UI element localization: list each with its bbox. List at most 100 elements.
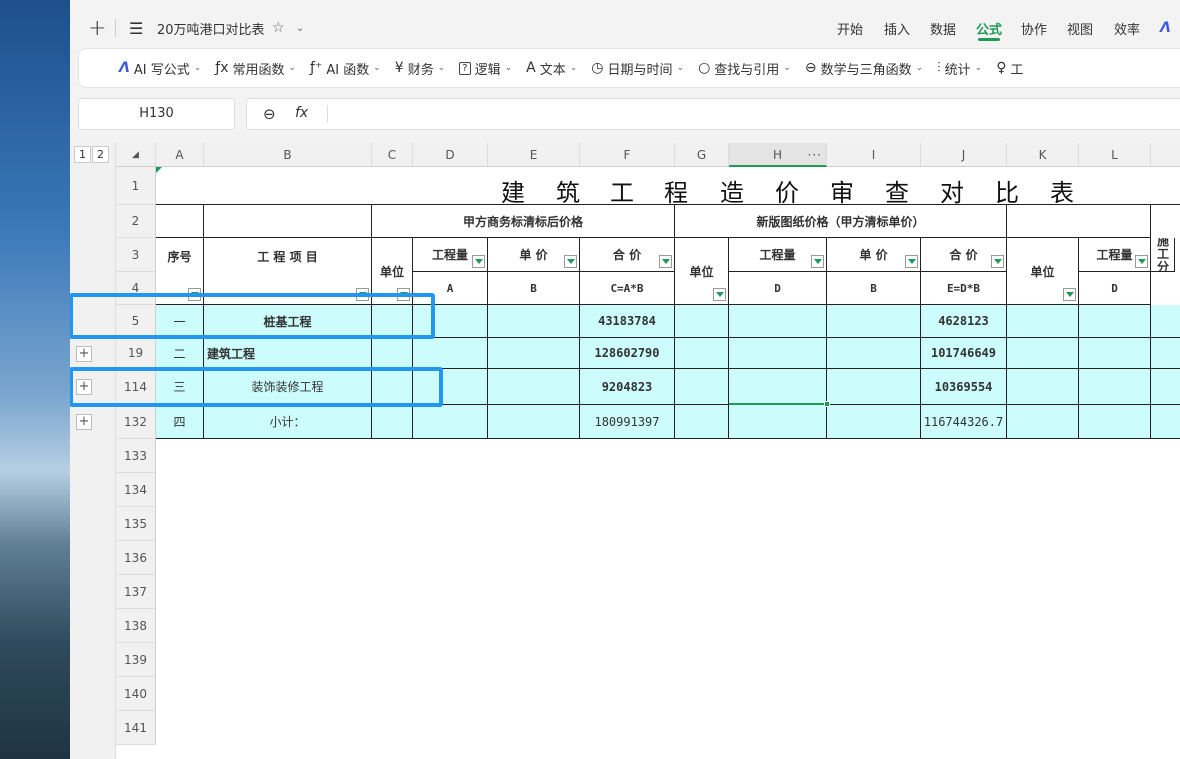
filter-dropdown-icon[interactable]: [472, 255, 485, 268]
cell-E-19[interactable]: [488, 338, 580, 369]
row-header-133[interactable]: 133: [116, 439, 156, 473]
ribbon-button-5[interactable]: ? 逻辑 ⌄: [459, 59, 512, 78]
name-box[interactable]: H130: [78, 98, 235, 130]
header-cell-k2[interactable]: [1007, 205, 1151, 238]
row-header-19[interactable]: 19: [116, 338, 156, 369]
star-icon[interactable]: ☆: [272, 20, 285, 36]
header-unit-g[interactable]: 单位: [675, 238, 729, 305]
column-header-B[interactable]: B: [204, 143, 372, 167]
cell-C-132[interactable]: [372, 405, 413, 439]
cell-F-132[interactable]: 180991397: [580, 405, 675, 439]
column-more-icon[interactable]: ···: [808, 143, 822, 167]
menu-icon[interactable]: ☰: [129, 19, 143, 38]
document-title[interactable]: 20万吨港口对比表: [157, 19, 265, 38]
row-header-136[interactable]: 136: [116, 541, 156, 575]
header-price[interactable]: 单 价: [488, 238, 580, 272]
ribbon-button-2[interactable]: ƒx 常用函数 ⌄: [215, 59, 296, 78]
column-header-H[interactable]: H ···: [729, 143, 827, 167]
column-header-D[interactable]: D: [413, 143, 488, 167]
cell-A-132[interactable]: 四: [156, 405, 204, 439]
ai-logo-icon[interactable]: Λ: [1160, 20, 1171, 36]
cell-L-132[interactable]: [1079, 405, 1151, 439]
header-qty-h[interactable]: 工程量: [729, 238, 827, 272]
header-sub-F[interactable]: C=A*B: [580, 272, 675, 305]
column-header-K[interactable]: K: [1007, 143, 1079, 167]
row-header-137[interactable]: 137: [116, 575, 156, 609]
header-sub-I[interactable]: B: [827, 272, 921, 305]
ribbon-button-4[interactable]: ¥ 财务 ⌄: [395, 59, 445, 78]
cell-B-132[interactable]: 小计：: [204, 405, 372, 439]
header-group-2[interactable]: 新版图纸价格（甲方清标单价）: [675, 205, 1007, 238]
row-header-135[interactable]: 135: [116, 507, 156, 541]
cell-M-132[interactable]: [1151, 405, 1180, 439]
cell-G-19[interactable]: [675, 338, 729, 369]
column-header-C[interactable]: C: [372, 143, 413, 167]
column-header-J[interactable]: J: [921, 143, 1007, 167]
tab-1[interactable]: 开始: [837, 19, 863, 38]
ribbon-button-1[interactable]: Λ AI 写公式 ⌄: [119, 59, 201, 78]
row-header-140[interactable]: 140: [116, 677, 156, 711]
filter-dropdown-icon[interactable]: [991, 255, 1004, 268]
cell-H-19[interactable]: [729, 338, 827, 369]
ribbon-button-8[interactable]: ○ 查找与引用 ⌄: [698, 59, 791, 78]
row-header-2[interactable]: 2: [116, 205, 156, 238]
header-total[interactable]: 合 价: [580, 238, 675, 272]
outline-level-1[interactable]: 1: [74, 146, 91, 163]
tab-2[interactable]: 插入: [884, 19, 910, 38]
chevron-down-icon[interactable]: ⌄: [296, 23, 304, 34]
cell-I-19[interactable]: [827, 338, 921, 369]
cell-K-5[interactable]: [1007, 305, 1079, 338]
filter-dropdown-icon[interactable]: [713, 288, 726, 301]
header-m-cut[interactable]: 施工分: [1151, 238, 1175, 272]
filter-dropdown-icon[interactable]: [1063, 288, 1076, 301]
header-cell-b2[interactable]: [204, 205, 372, 238]
row-header-3[interactable]: 3: [116, 238, 156, 272]
header-unit-k[interactable]: 单位: [1007, 238, 1079, 305]
cell-J-114[interactable]: 10369554: [921, 369, 1007, 405]
ribbon-button-7[interactable]: ◷ 日期与时间 ⌄: [591, 59, 684, 78]
row-header-141[interactable]: 141: [116, 711, 156, 745]
column-header-G[interactable]: G: [675, 143, 729, 167]
outline-level-2[interactable]: 2: [92, 146, 109, 163]
cell-H-132[interactable]: [729, 405, 827, 439]
cell-J-19[interactable]: 101746649: [921, 338, 1007, 369]
ribbon-button-6[interactable]: A 文本 ⌄: [526, 59, 577, 78]
cell-L-5[interactable]: [1079, 305, 1151, 338]
cell-I-132[interactable]: [827, 405, 921, 439]
cell-H-114[interactable]: [729, 369, 827, 405]
cell-A-19[interactable]: 二: [156, 338, 204, 369]
fx-icon[interactable]: fx: [295, 105, 308, 121]
cell-E-132[interactable]: [488, 405, 580, 439]
ribbon-button-11[interactable]: ♀ 工: [996, 59, 1023, 78]
column-header-I[interactable]: I: [827, 143, 921, 167]
row-header-132[interactable]: 132: [116, 405, 156, 439]
cell-D-132[interactable]: [413, 405, 488, 439]
filter-dropdown-icon[interactable]: [659, 255, 672, 268]
row-header-1[interactable]: 1: [116, 167, 156, 205]
cell-M-114[interactable]: [1151, 369, 1180, 405]
cell-H-5[interactable]: [729, 305, 827, 338]
select-all-corner[interactable]: ◢: [116, 143, 156, 167]
filter-dropdown-icon[interactable]: [905, 255, 918, 268]
header-qty-l[interactable]: 工程量: [1079, 238, 1151, 272]
cell-B-19[interactable]: 建筑工程: [204, 338, 372, 369]
header-total-j[interactable]: 合 价: [921, 238, 1007, 272]
expand-row-132[interactable]: +: [76, 414, 92, 430]
row-header-134[interactable]: 134: [116, 473, 156, 507]
column-header-M[interactable]: [1151, 143, 1180, 167]
header-sub-H[interactable]: D: [729, 272, 827, 305]
formula-input[interactable]: ⊖ fx: [246, 98, 1180, 130]
cell-F-19[interactable]: 128602790: [580, 338, 675, 369]
filter-dropdown-icon[interactable]: [1135, 255, 1148, 268]
cell-C-19[interactable]: [372, 338, 413, 369]
cell-J-5[interactable]: 4628123: [921, 305, 1007, 338]
column-header-A[interactable]: A: [156, 143, 204, 167]
tab-4[interactable]: 公式: [976, 19, 1002, 38]
column-header-F[interactable]: F: [580, 143, 675, 167]
cell-L-19[interactable]: [1079, 338, 1151, 369]
cell-F-114[interactable]: 9204823: [580, 369, 675, 405]
tab-7[interactable]: 效率: [1114, 19, 1140, 38]
row-header-138[interactable]: 138: [116, 609, 156, 643]
header-sub-E[interactable]: B: [488, 272, 580, 305]
cell-K-132[interactable]: [1007, 405, 1079, 439]
